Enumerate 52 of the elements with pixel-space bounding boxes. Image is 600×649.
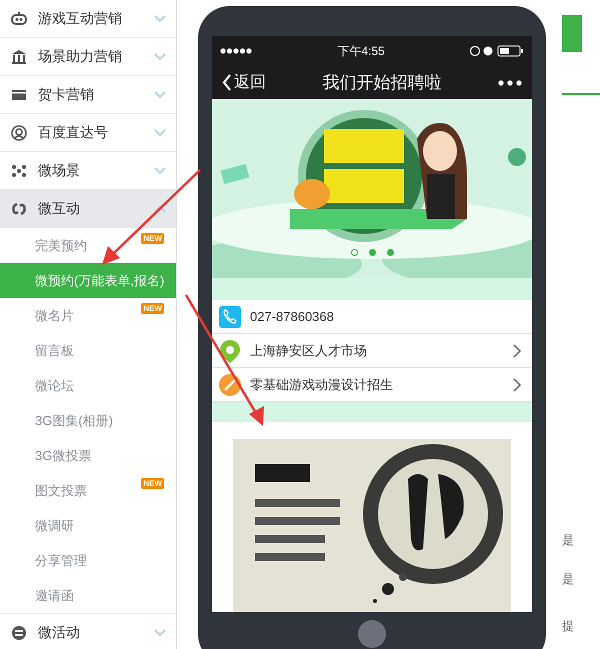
submenu-item[interactable]: 微名片 NEW — [0, 298, 176, 333]
signal-icon — [220, 48, 252, 54]
submenu-item[interactable]: 微论坛 — [0, 368, 176, 403]
status-time: 下午4:55 — [337, 42, 385, 60]
phone-icon — [218, 304, 242, 328]
new-badge: NEW — [141, 233, 164, 244]
pencil-icon — [218, 372, 242, 396]
page-title: 我们开始招聘啦 — [322, 72, 442, 94]
sidebar-item[interactable]: 游戏互动营销 — [0, 0, 176, 38]
label-text: 提 — [562, 618, 575, 635]
chevron-left-icon — [222, 74, 232, 91]
submenu-item[interactable]: 3G微投票 — [0, 438, 176, 473]
info-text: 上海静安区人才市场 — [250, 342, 368, 360]
chevron-right-icon — [513, 378, 522, 392]
back-button[interactable]: 返回 — [222, 72, 266, 93]
menu-item-icon — [10, 624, 28, 642]
submenu-item[interactable]: 3G图集(相册) — [0, 403, 176, 438]
menu-item-icon — [10, 48, 28, 66]
submenu-item[interactable]: 图文投票 NEW — [0, 473, 176, 508]
caret-icon — [154, 166, 166, 174]
caret-icon — [154, 128, 166, 136]
sidebar-item[interactable]: 微活动 — [0, 614, 176, 649]
caret-icon — [154, 628, 166, 636]
submenu-item[interactable]: 留言板 — [0, 333, 176, 368]
submenu-item[interactable]: 分享管理 — [0, 543, 176, 578]
location-pin-icon — [218, 338, 242, 362]
caret-icon — [154, 14, 166, 22]
more-icon[interactable] — [498, 80, 522, 86]
info-row[interactable]: 上海静安区人才市场 — [212, 334, 532, 368]
caret-icon — [154, 52, 166, 60]
sidebar-item[interactable]: 贺卡营销 — [0, 76, 176, 114]
submenu-item[interactable]: 完美预约 NEW — [0, 228, 176, 263]
submenu-item[interactable]: 微调研 — [0, 508, 176, 543]
caret-icon — [154, 204, 166, 212]
info-text: 027-87860368 — [250, 309, 335, 324]
sidebar-item[interactable]: 微互动 — [0, 190, 176, 228]
menu-item-icon — [10, 124, 28, 142]
status-icons — [470, 45, 524, 57]
header-block — [562, 15, 582, 52]
menu-item-icon — [10, 10, 28, 28]
chevron-right-icon — [513, 344, 522, 358]
caret-icon — [154, 90, 166, 98]
info-text: 零基础游戏动漫设计招生 — [250, 376, 394, 394]
submenu-item[interactable]: 邀请函 — [0, 578, 176, 613]
home-button[interactable] — [358, 620, 386, 648]
sidebar-item[interactable]: 百度直达号 — [0, 114, 176, 152]
new-badge: NEW — [141, 478, 164, 489]
submenu-item[interactable]: 微预约(万能表单,报名) — [0, 263, 176, 298]
sidebar-item[interactable]: 场景助力营销 — [0, 38, 176, 76]
label-text: 是 — [562, 532, 575, 549]
new-badge: NEW — [141, 303, 164, 314]
label-text: 是 — [562, 571, 575, 588]
